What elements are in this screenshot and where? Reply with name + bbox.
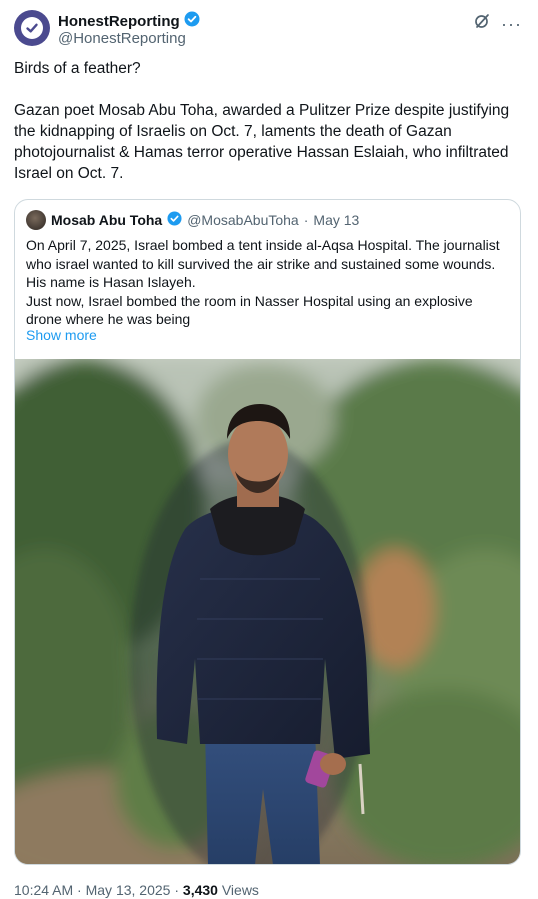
footer-separator: ·: [73, 882, 86, 898]
quoted-tweet-card[interactable]: Mosab Abu Toha @MosabAbuToha · May 13 On…: [14, 199, 521, 865]
meta-separator: ·: [303, 212, 309, 228]
views-count[interactable]: 3,430: [183, 882, 218, 898]
quoted-author-name[interactable]: Mosab Abu Toha: [51, 212, 162, 228]
views-label: Views: [217, 882, 259, 898]
quoted-tweet-text: On April 7, 2025, Israel bombed a tent i…: [26, 237, 500, 327]
quoted-author-avatar[interactable]: [26, 210, 46, 230]
footer-separator: ·: [170, 882, 183, 898]
author-handle[interactable]: @HonestReporting: [58, 30, 186, 47]
author-avatar[interactable]: [14, 10, 50, 46]
quoted-date[interactable]: May 13: [313, 212, 359, 228]
checkmark-logo-icon: [21, 17, 43, 39]
man-portrait-photo: [15, 359, 520, 864]
grok-icon[interactable]: [473, 12, 491, 35]
tweet-date[interactable]: May 13, 2025: [86, 882, 171, 898]
verified-badge-icon: [184, 11, 200, 32]
quoted-photo[interactable]: [15, 359, 520, 864]
show-more-link[interactable]: Show more: [26, 327, 97, 343]
more-dots-icon[interactable]: ···: [501, 15, 522, 33]
tweet-time[interactable]: 10:24 AM: [14, 882, 73, 898]
quoted-author-handle[interactable]: @MosabAbuToha: [187, 212, 299, 228]
tweet-footer: 10:24 AM · May 13, 2025 · 3,430 Views: [14, 882, 259, 898]
author-display-name[interactable]: HonestReporting: [58, 13, 180, 30]
tweet-header: HonestReporting @HonestReporting ···: [14, 8, 524, 52]
tweet-text: Birds of a feather? Gazan poet Mosab Abu…: [14, 60, 510, 182]
verified-badge-icon: [167, 211, 182, 229]
